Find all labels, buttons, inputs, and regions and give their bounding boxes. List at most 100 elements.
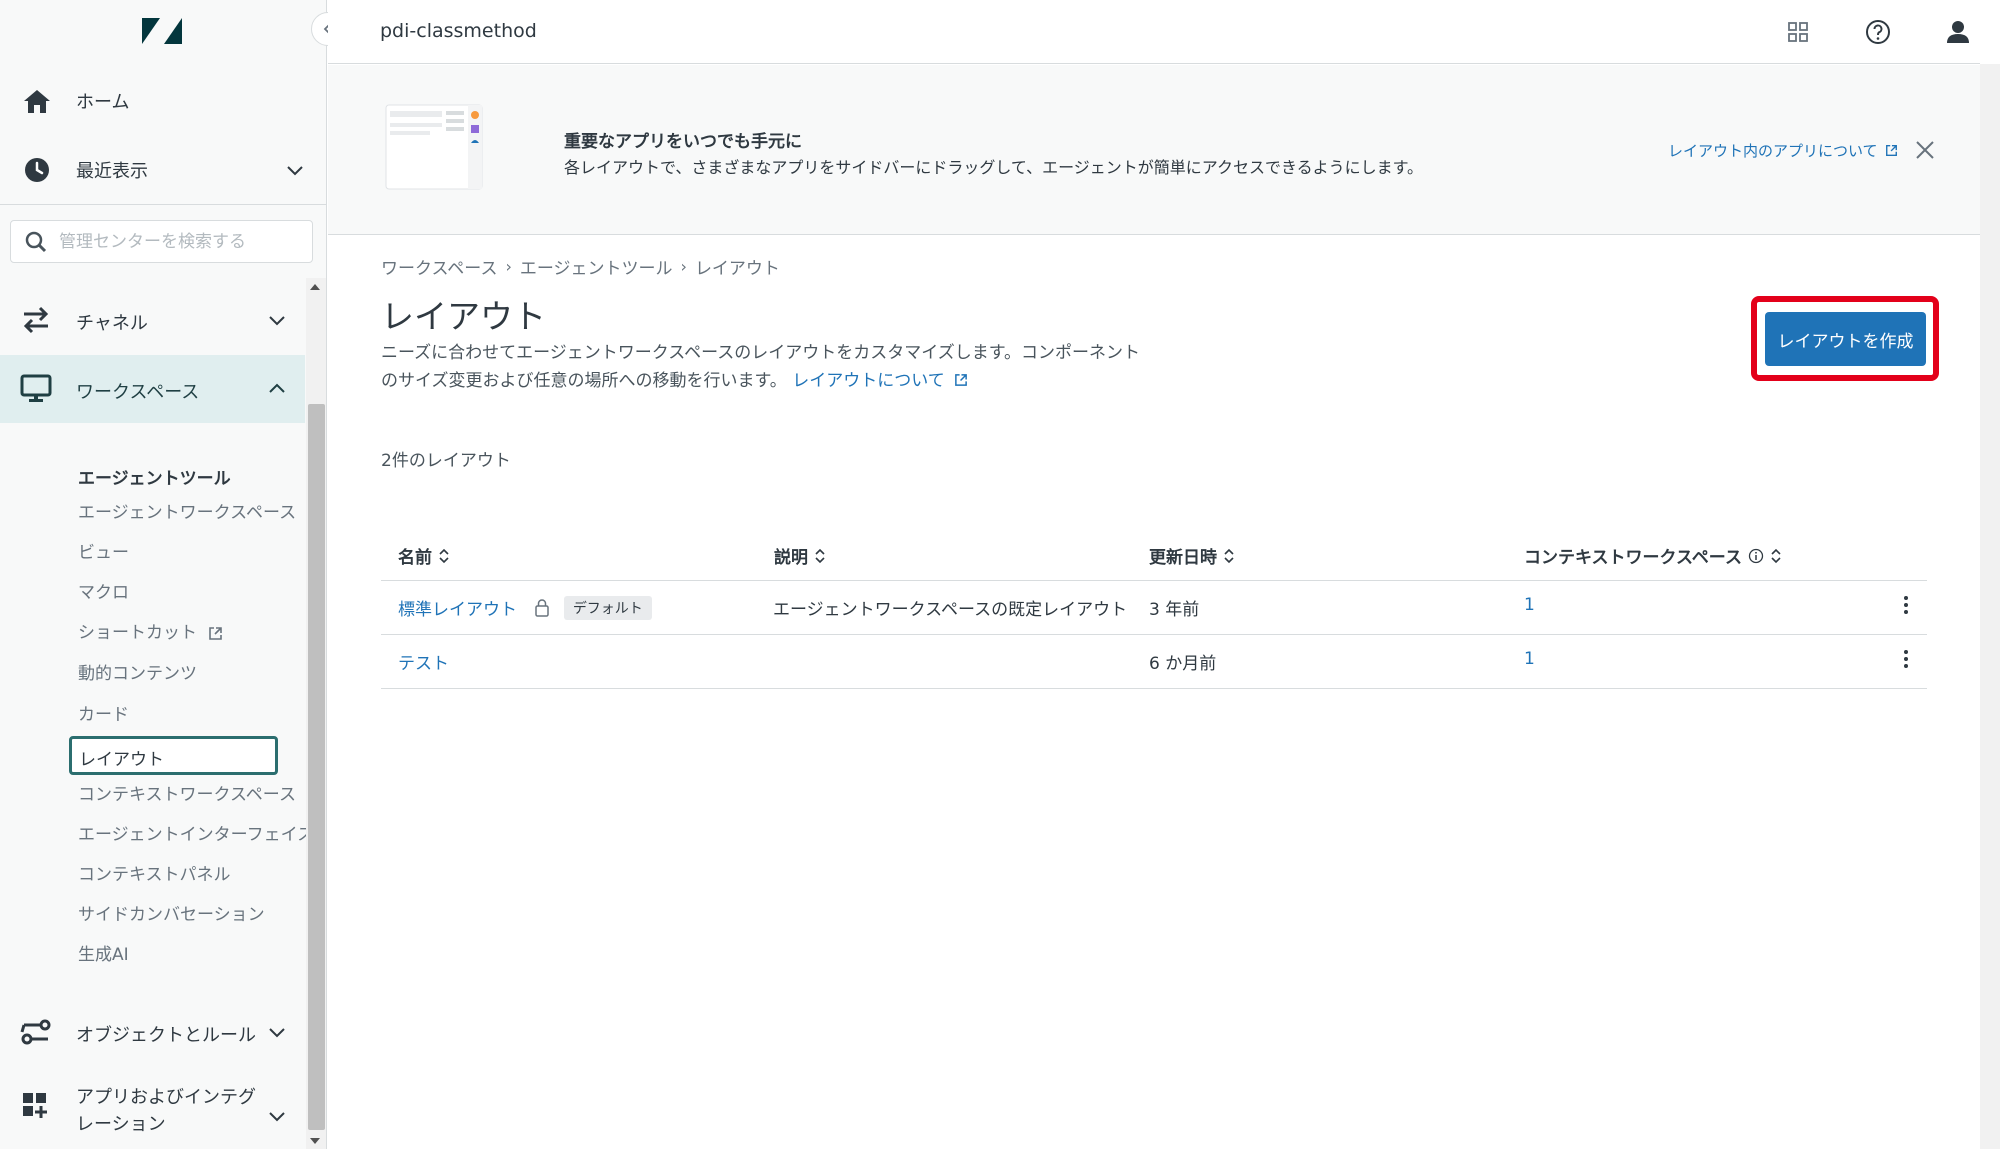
breadcrumb: ワークスペース › エージェントツール › レイアウト: [381, 254, 780, 279]
row-name-link[interactable]: 標準レイアウト: [398, 600, 517, 620]
sub-item-shortcuts-label: ショートカット: [78, 623, 197, 643]
scroll-down-arrow[interactable]: [310, 1138, 320, 1144]
apps-banner: 重要なアプリをいつでも手元に 各レイアウトで、さまざまなアプリをサイドバーにドラ…: [328, 65, 1980, 235]
sub-item-views[interactable]: ビュー: [78, 538, 129, 568]
zendesk-logo[interactable]: [140, 14, 184, 50]
column-header-updated[interactable]: 更新日時: [1149, 543, 1235, 568]
sub-item-context-panel[interactable]: コンテキストパネル: [78, 860, 231, 890]
sort-icon: [1771, 548, 1781, 563]
column-header-name[interactable]: 名前: [398, 543, 450, 568]
external-link-icon: [955, 374, 967, 386]
nav-recent-label: 最近表示: [76, 161, 148, 182]
sub-item-shortcuts[interactable]: ショートカット: [78, 618, 223, 648]
row-name-cell[interactable]: テスト: [398, 649, 449, 674]
row-options-icon[interactable]: [1901, 593, 1911, 623]
chevron-right-icon: ›: [680, 257, 687, 276]
sub-item-contextual-workspaces[interactable]: コンテキストワークスペース: [78, 780, 296, 810]
external-link-icon: [1886, 145, 1898, 156]
page-title: レイアウト: [381, 297, 546, 336]
chevron-down-icon[interactable]: [267, 310, 287, 330]
home-icon: [22, 86, 52, 116]
banner-link[interactable]: レイアウト内のアプリについて: [1668, 140, 1898, 161]
nav-apps-integrations[interactable]: アプリおよびインテグレーション: [0, 1072, 305, 1140]
objects-rules-icon: [20, 1019, 51, 1045]
sort-icon: [439, 548, 449, 563]
info-icon[interactable]: [1748, 548, 1764, 564]
nav-home[interactable]: ホーム: [0, 67, 327, 135]
about-layouts-link[interactable]: レイアウトについて: [792, 371, 968, 391]
sub-heading-agent-tools: エージェントツール: [78, 469, 231, 489]
table-row[interactable]: 標準レイアウト デフォルト エージェントワークスペースの既定レイアウト 3 年前…: [381, 581, 1927, 635]
nav-objects-rules-label: オブジェクトとルール: [76, 1025, 256, 1046]
chevron-right-icon: ›: [505, 257, 512, 276]
sort-icon: [815, 548, 825, 563]
sub-item-agent-interface[interactable]: エージェントインターフェイス: [78, 820, 314, 850]
sub-item-macros[interactable]: マクロ: [78, 578, 129, 608]
banner-description: 各レイアウトで、さまざまなアプリをサイドバーにドラッグして、エージェントが簡単に…: [564, 158, 1424, 177]
nav-workspace[interactable]: ワークスペース: [0, 355, 305, 423]
sub-item-agent-workspace[interactable]: エージェントワークスペース: [78, 498, 296, 528]
sidebar: ホーム 最近表示 チャネル ワークスペース エージェントツール エージェントワー…: [0, 0, 327, 1149]
tenant-name: pdi-classmethod: [380, 20, 537, 42]
layout-illustration-icon: [385, 104, 483, 190]
table-header: 名前 説明 更新日時 コンテキストワークスペース: [381, 533, 1927, 581]
sub-item-layouts[interactable]: レイアウト: [69, 736, 278, 775]
page-description-text: ニーズに合わせてエージェントワークスペースのレイアウトをカスタマイズします。コン…: [381, 343, 1141, 391]
sub-item-generative-ai[interactable]: 生成AI: [78, 940, 129, 970]
row-updated: 6 か月前: [1149, 654, 1217, 674]
row-name-link[interactable]: テスト: [398, 654, 449, 674]
banner-link-label: レイアウト内のアプリについて: [1668, 142, 1878, 160]
search-icon: [25, 231, 47, 253]
search-input[interactable]: [59, 229, 299, 255]
main-scrollbar[interactable]: [1980, 64, 2000, 1149]
products-grid-icon[interactable]: [1782, 16, 1814, 48]
sidebar-divider: [0, 204, 327, 205]
row-description: エージェントワークスペースの既定レイアウト: [773, 600, 1128, 620]
top-bar: pdi-classmethod: [328, 0, 1980, 64]
column-header-description[interactable]: 説明: [774, 543, 826, 568]
nav-recent[interactable]: 最近表示: [0, 136, 327, 204]
chevron-down-icon[interactable]: [267, 1022, 287, 1042]
row-context-count[interactable]: 1: [1524, 595, 1535, 615]
row-options-icon[interactable]: [1901, 647, 1911, 677]
external-link-icon: [209, 626, 223, 640]
banner-title: 重要なアプリをいつでも手元に: [564, 132, 802, 152]
layouts-table: 名前 説明 更新日時 コンテキストワークスペース 標準レイアウト デフォルト エ…: [381, 533, 1927, 689]
nav-objects-rules[interactable]: オブジェクトとルール: [0, 998, 305, 1066]
column-header-updated-label: 更新日時: [1149, 548, 1217, 568]
admin-search[interactable]: [10, 220, 313, 263]
column-header-description-label: 説明: [774, 548, 808, 568]
about-layouts-link-label: レイアウトについて: [792, 371, 945, 391]
breadcrumb-layouts: レイアウト: [694, 259, 780, 279]
sub-item-layouts-label: レイアウト: [79, 750, 164, 770]
default-badge: デフォルト: [563, 596, 652, 620]
column-header-name-label: 名前: [398, 548, 432, 568]
create-layout-button[interactable]: レイアウトを作成: [1765, 312, 1926, 366]
row-name-cell[interactable]: 標準レイアウト デフォルト: [398, 595, 652, 620]
row-context-count[interactable]: 1: [1524, 649, 1535, 669]
column-header-context-label: コンテキストワークスペース: [1524, 548, 1742, 568]
sidebar-scrollbar-thumb[interactable]: [308, 404, 325, 1130]
table-row[interactable]: テスト 6 か月前 1: [381, 635, 1927, 689]
chevron-up-icon[interactable]: [267, 379, 287, 399]
scroll-up-arrow[interactable]: [310, 284, 320, 290]
layout-count: 2件のレイアウト: [381, 451, 511, 471]
breadcrumb-agent-tools[interactable]: エージェントツール: [520, 254, 673, 279]
sub-item-dynamic-content[interactable]: 動的コンテンツ: [78, 659, 197, 689]
chevron-down-icon[interactable]: [267, 1106, 287, 1126]
breadcrumb-workspace[interactable]: ワークスペース: [381, 254, 497, 279]
nav-channels[interactable]: チャネル: [0, 286, 305, 354]
chevron-down-icon[interactable]: [285, 160, 305, 180]
close-icon[interactable]: [1914, 139, 1936, 161]
nav-apps-integrations-label: アプリおよびインテグレーション: [76, 1087, 256, 1135]
sub-item-cards[interactable]: カード: [78, 700, 129, 730]
sub-item-side-conversations[interactable]: サイドカンバセーション: [78, 900, 265, 930]
column-header-context-workspaces[interactable]: コンテキストワークスペース: [1524, 543, 1782, 568]
help-icon[interactable]: [1862, 16, 1894, 48]
sort-icon: [1224, 548, 1234, 563]
row-updated: 3 年前: [1149, 600, 1200, 620]
user-icon[interactable]: [1942, 16, 1974, 48]
nav-channels-label: チャネル: [76, 313, 148, 334]
nav-workspace-label: ワークスペース: [76, 382, 200, 403]
clock-icon: [22, 155, 52, 185]
